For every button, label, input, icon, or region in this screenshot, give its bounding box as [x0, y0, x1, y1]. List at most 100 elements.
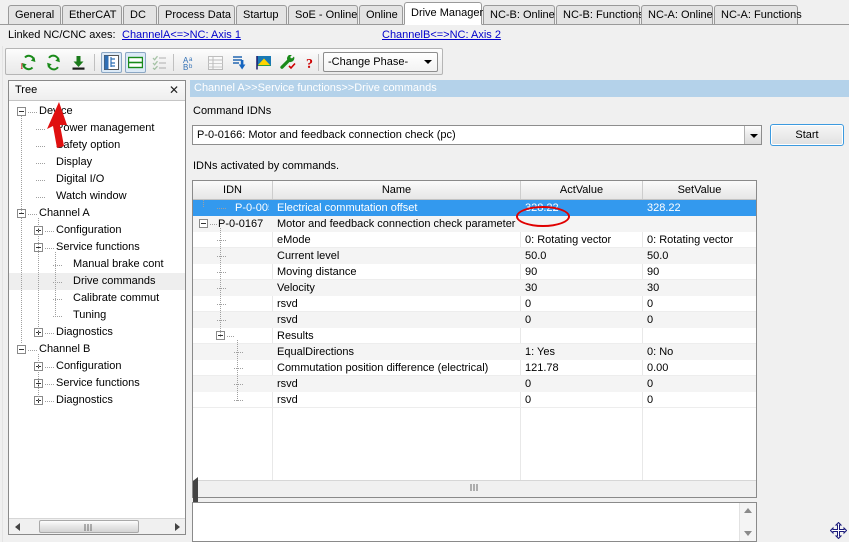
tree-item-label: Diagnostics [56, 394, 113, 406]
change-phase-combo[interactable]: -Change Phase- [323, 52, 438, 72]
column-header-idn[interactable]: IDN [193, 181, 273, 199]
checklist-view-icon[interactable] [149, 52, 170, 73]
tab-dc[interactable]: DC [123, 5, 157, 25]
tree-item-service-functions[interactable]: Service functions [9, 375, 185, 392]
toolbar-separator-3 [318, 54, 319, 71]
cell-idn [193, 264, 269, 280]
tree-item-diagnostics[interactable]: Diagnostics [9, 392, 185, 409]
tree-view-icon[interactable] [101, 52, 122, 73]
tree-item-manual-brake-cont[interactable]: Manual brake cont [9, 256, 185, 273]
tree-item-calibrate-commut[interactable]: Calibrate commut [9, 290, 185, 307]
tree-node-list[interactable]: Device Power management Safety option Displ… [9, 101, 185, 517]
log-textbox[interactable] [192, 502, 757, 542]
tree-item-configuration[interactable]: Configuration [9, 358, 185, 375]
tree-item-watch-window[interactable]: Watch window [9, 188, 185, 205]
table-row[interactable]: P-0-0057 Electrical commutation offset 328… [193, 200, 756, 216]
close-icon[interactable]: ✕ [169, 83, 179, 97]
tab-startup[interactable]: Startup [236, 5, 287, 25]
table-row[interactable]: rsvd 0 0 [193, 392, 756, 408]
table-row[interactable]: Results [193, 328, 756, 344]
drive-manager-toolbar: I A a B b ? -Change Phase- [5, 48, 443, 75]
wrench-icon[interactable] [277, 52, 298, 73]
tab-ethercat[interactable]: EtherCAT [62, 5, 122, 25]
cell-actvalue: 328.22 [525, 202, 559, 214]
command-idn-dropdown-button[interactable] [744, 126, 761, 144]
tree-hscroll-thumb[interactable] [39, 520, 139, 533]
tab-general[interactable]: General [8, 5, 61, 25]
cell-name: rsvd [277, 378, 298, 390]
reload-from-device-icon[interactable]: I [18, 52, 39, 73]
table-row[interactable]: EqualDirections 1: Yes 0: No [193, 344, 756, 360]
scroll-up-icon[interactable] [744, 508, 752, 513]
table-row[interactable]: rsvd 0 0 [193, 376, 756, 392]
tree-item-configuration[interactable]: Configuration [9, 222, 185, 239]
collapse-icon[interactable] [17, 345, 26, 354]
tree-item-power-management[interactable]: Power management [9, 120, 185, 137]
idn-grid-header: IDN Name ActValue SetValue [193, 181, 756, 200]
tab-ncb-functions[interactable]: NC-B: Functions [556, 5, 644, 25]
tree-item-label: Display [56, 156, 93, 168]
table-row[interactable]: Commutation position difference (electri… [193, 360, 756, 376]
cell-idn [193, 280, 269, 296]
tree-item-digital-i-o[interactable]: Digital I/O [9, 171, 185, 188]
scroll-left-icon[interactable] [9, 519, 25, 534]
tree-item-diagnostics[interactable]: Diagnostics [9, 324, 185, 341]
tree-item-tuning[interactable]: Tuning [9, 307, 185, 324]
tree-connector-line [53, 316, 63, 317]
table-icon[interactable] [205, 52, 226, 73]
log-vscrollbar[interactable] [739, 503, 756, 541]
table-row[interactable]: rsvd 0 0 [193, 296, 756, 312]
cell-actvalue: 0 [525, 314, 532, 326]
tab-drive-manager[interactable]: Drive Manager [404, 2, 483, 25]
tree-item-device[interactable]: Device [9, 103, 185, 120]
tree-item-safety-option[interactable]: Safety option [9, 137, 185, 154]
refresh-icon[interactable] [43, 52, 64, 73]
tree-item-display[interactable]: Display [9, 154, 185, 171]
tab-ncb-online[interactable]: NC-B: Online [483, 5, 555, 25]
cell-actvalue: 90 [525, 266, 538, 278]
split-view-icon[interactable] [125, 52, 146, 73]
cell-name: eMode [277, 234, 311, 246]
tab-nca-functions[interactable]: NC-A: Functions [714, 5, 802, 25]
column-header-actvalue[interactable]: ActValue [521, 181, 643, 199]
idn-grid-body[interactable]: P-0-0057 Electrical commutation offset 328… [193, 200, 756, 480]
tree-item-service-functions[interactable]: Service functions [9, 239, 185, 256]
tree-item-drive-commands[interactable]: Drive commands [9, 273, 185, 290]
tree-panel: Tree ✕ Device Power management Safety opti… [8, 80, 186, 535]
change-phase-value: -Change Phase- [328, 56, 409, 68]
column-header-setvalue[interactable]: SetValue [643, 181, 756, 199]
scroll-right-icon[interactable] [169, 519, 185, 534]
cell-idn: P-0-0057 [235, 202, 269, 214]
download-to-device-icon[interactable] [68, 52, 89, 73]
grid-guide-p00167 [220, 228, 221, 337]
cell-name: Motor and feedback connection check para… [277, 218, 516, 230]
link-channel-b-axis2[interactable]: ChannelB<=>NC: Axis 2 [382, 29, 501, 41]
tree-item-label: Watch window [56, 190, 127, 202]
cell-idn [193, 312, 269, 328]
start-button[interactable]: Start [770, 124, 844, 146]
collapse-icon[interactable] [17, 107, 26, 116]
table-row[interactable]: eMode 0: Rotating vector 0: Rotating vecto… [193, 232, 756, 248]
link-channel-a-axis1[interactable]: ChannelA<=>NC: Axis 1 [122, 29, 241, 41]
tab-soe-online[interactable]: SoE - Online [288, 5, 358, 25]
tree-hscrollbar[interactable] [9, 518, 185, 534]
tab-nca-online[interactable]: NC-A: Online [641, 5, 713, 25]
help-icon[interactable]: ? [299, 52, 320, 73]
table-row[interactable]: Current level 50.0 50.0 [193, 248, 756, 264]
tab-process-data[interactable]: Process Data [158, 5, 235, 25]
table-row[interactable]: Velocity 30 30 [193, 280, 756, 296]
export-list-icon[interactable] [229, 52, 250, 73]
grid-hscrollbar[interactable] [193, 477, 756, 509]
tab-online[interactable]: Online [359, 5, 403, 25]
cell-actvalue: 1: Yes [525, 346, 555, 358]
scroll-down-icon[interactable] [744, 531, 752, 536]
command-idn-select[interactable]: P-0-0166: Motor and feedback connection … [192, 125, 762, 145]
table-row[interactable]: P-0-0167 Motor and feedback connection ch… [193, 216, 756, 232]
sort-alpha-icon[interactable]: A a B b [180, 52, 201, 73]
table-row[interactable]: Moving distance 90 90 [193, 264, 756, 280]
tree-item-channel-a[interactable]: Channel A [9, 205, 185, 222]
column-header-name[interactable]: Name [273, 181, 521, 199]
tree-item-channel-b[interactable]: Channel B [9, 341, 185, 358]
flag-icon[interactable] [253, 52, 274, 73]
table-row[interactable]: rsvd 0 0 [193, 312, 756, 328]
